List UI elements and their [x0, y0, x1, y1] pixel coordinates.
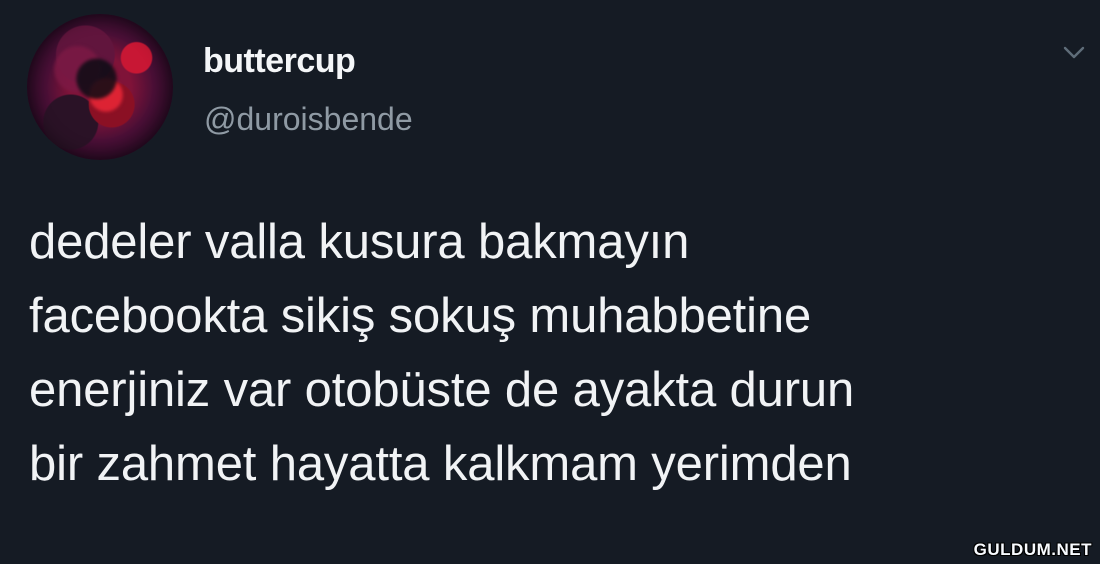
tweet-text-line: bir zahmet hayatta kalkmam yerimden — [29, 437, 852, 491]
site-watermark: GULDUM.NET — [973, 540, 1092, 559]
tweet-card: buttercup @duroisbende dedeler valla kus… — [0, 0, 1100, 564]
chevron-down-icon — [1063, 46, 1085, 59]
tweet-text-line: enerjiniz var otobüste de ayakta durun — [29, 363, 855, 417]
tweet-text-line: dedeler valla kusura bakmayın — [29, 215, 690, 269]
tweet-text-line: facebookta sikiş sokuş muhabbetine — [29, 289, 812, 343]
tweet-text: dedeler valla kusura bakmayın facebookta… — [29, 205, 1064, 501]
author-avatar[interactable] — [27, 14, 173, 160]
author-handle[interactable]: @duroisbende — [204, 101, 413, 138]
author-display-name[interactable]: buttercup — [203, 42, 356, 81]
tweet-menu-button[interactable] — [1057, 36, 1091, 70]
